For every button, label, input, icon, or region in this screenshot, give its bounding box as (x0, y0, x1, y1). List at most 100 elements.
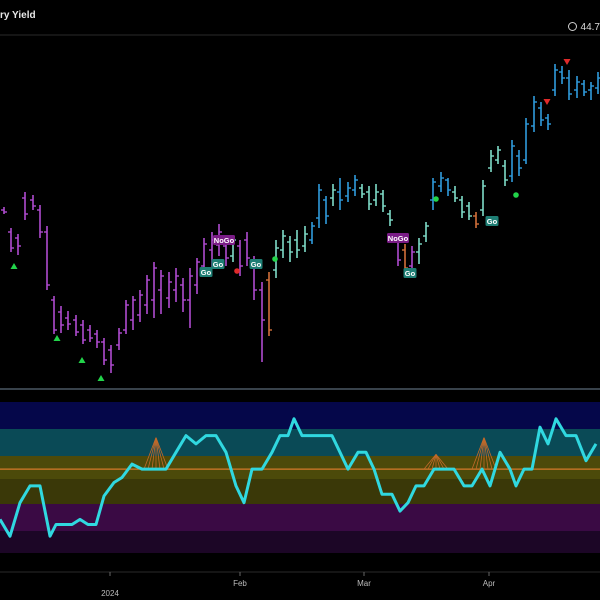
ohlc-bar (352, 175, 358, 196)
ohlc-bar (130, 296, 136, 330)
ohlc-bar (58, 306, 64, 333)
red-dot-marker (234, 268, 240, 274)
ohlc-bar (244, 232, 250, 266)
ohlc-bar (294, 230, 300, 258)
go-label: Go (249, 259, 263, 269)
x-tick-label: Mar (357, 579, 371, 588)
ohlc-bar (595, 72, 600, 94)
ohlc-bar (87, 325, 93, 342)
ohlc-bar (101, 338, 107, 365)
ohlc-bar (8, 228, 14, 252)
price-panel: NoGoGoGoGoNoGoGoGo (0, 34, 600, 381)
ohlc-bar (65, 311, 71, 330)
triangle-down-marker (563, 59, 571, 65)
ohlc-bar (480, 180, 486, 216)
ohlc-bar (380, 190, 386, 212)
label-text: Go (201, 268, 212, 277)
triangle-up-marker (78, 357, 86, 363)
triangle-down-marker (543, 99, 551, 105)
ohlc-bar (51, 296, 57, 334)
ohlc-bar (523, 118, 529, 164)
go-label: Go (403, 268, 417, 278)
ohlc-bar (144, 275, 150, 314)
chart-svg: NoGoGoGoGoNoGoGoGo 2024Feb Mar Apr (0, 34, 600, 598)
ohlc-bar (309, 222, 315, 244)
ohlc-bar (80, 320, 86, 344)
ohlc-bar (137, 290, 143, 322)
green-dot-marker (272, 256, 278, 262)
ohlc-bar (22, 192, 28, 220)
ohlc-bar (373, 184, 379, 206)
ohlc-bar (173, 268, 179, 302)
ohlc-bar (194, 258, 200, 294)
ohlc-bar (423, 222, 429, 242)
label-text: Go (487, 217, 498, 226)
ohlc-bar (531, 96, 537, 132)
go-label: Go (211, 259, 225, 269)
band-upper (0, 402, 600, 429)
ohlc-bar (187, 268, 193, 328)
ohlc-bar (552, 64, 558, 96)
label-text: Go (251, 260, 262, 269)
ohlc-bar (73, 315, 79, 336)
ohlc-bar (116, 328, 122, 350)
label-text: NoGo (214, 236, 235, 245)
ohlc-bar (359, 184, 365, 198)
go-label: Go (199, 267, 213, 277)
ohlc-bar (438, 172, 444, 192)
ohlc-bar (459, 196, 465, 218)
ohlc-bar (330, 184, 336, 206)
ohlc-bar (488, 150, 494, 172)
ohlc-bar (123, 300, 129, 334)
ohlc-bar (559, 66, 565, 84)
ohlc-bar (1, 207, 7, 214)
nogo-label: NoGo (387, 233, 409, 243)
label-text: Go (405, 269, 416, 278)
ohlc-bar (323, 196, 329, 224)
triangle-up-marker (53, 335, 61, 341)
band-mid-low (0, 479, 600, 504)
ohlc-bar (266, 272, 272, 336)
triangle-up-marker (97, 375, 105, 381)
ohlc-bar (15, 234, 21, 255)
ohlc-bar (588, 82, 594, 100)
ohlc-bar (151, 262, 157, 318)
ohlc-bar (44, 226, 50, 290)
ohlc-bar (259, 282, 265, 362)
ohlc-bar (158, 270, 164, 314)
green-dot-marker (433, 196, 439, 202)
ohlc-bar (452, 186, 458, 202)
triangle-up-marker (10, 263, 18, 269)
ohlc-bar (37, 205, 43, 238)
ohlc-bar (302, 226, 308, 252)
ohlc-bar (180, 278, 186, 312)
x-tick-label: 2024 (101, 589, 119, 598)
ohlc-bar (337, 178, 343, 210)
x-tick-label: Feb (233, 579, 247, 588)
ohlc-bar (416, 238, 422, 264)
ohlc-bar (287, 236, 293, 262)
ohlc-bar (574, 76, 580, 98)
ohlc-bar (502, 160, 508, 186)
ohlc-bar (316, 184, 322, 228)
ohlc-bar (30, 195, 36, 210)
ohlc-bar (581, 80, 587, 96)
ohlc-bar (495, 146, 501, 164)
ohlc-bar (509, 140, 515, 182)
ohlc-bar (366, 186, 372, 210)
ohlc-bar (516, 150, 522, 176)
ohlc-bar (538, 102, 544, 126)
label-text: Go (213, 260, 224, 269)
ohlc-bar (566, 70, 572, 100)
ohlc-bar (166, 272, 172, 308)
green-dot-marker (513, 192, 519, 198)
ohlc-bar (445, 178, 451, 196)
ohlc-bar (430, 178, 436, 210)
ohlc-bar (108, 345, 114, 373)
ohlc-bar (387, 210, 393, 226)
band-lower-mid (0, 504, 600, 531)
x-axis: 2024 Feb Mar Apr (0, 571, 600, 598)
ohlc-bar (473, 212, 479, 228)
band-lower (0, 531, 600, 553)
oscillator-panel (0, 388, 600, 553)
